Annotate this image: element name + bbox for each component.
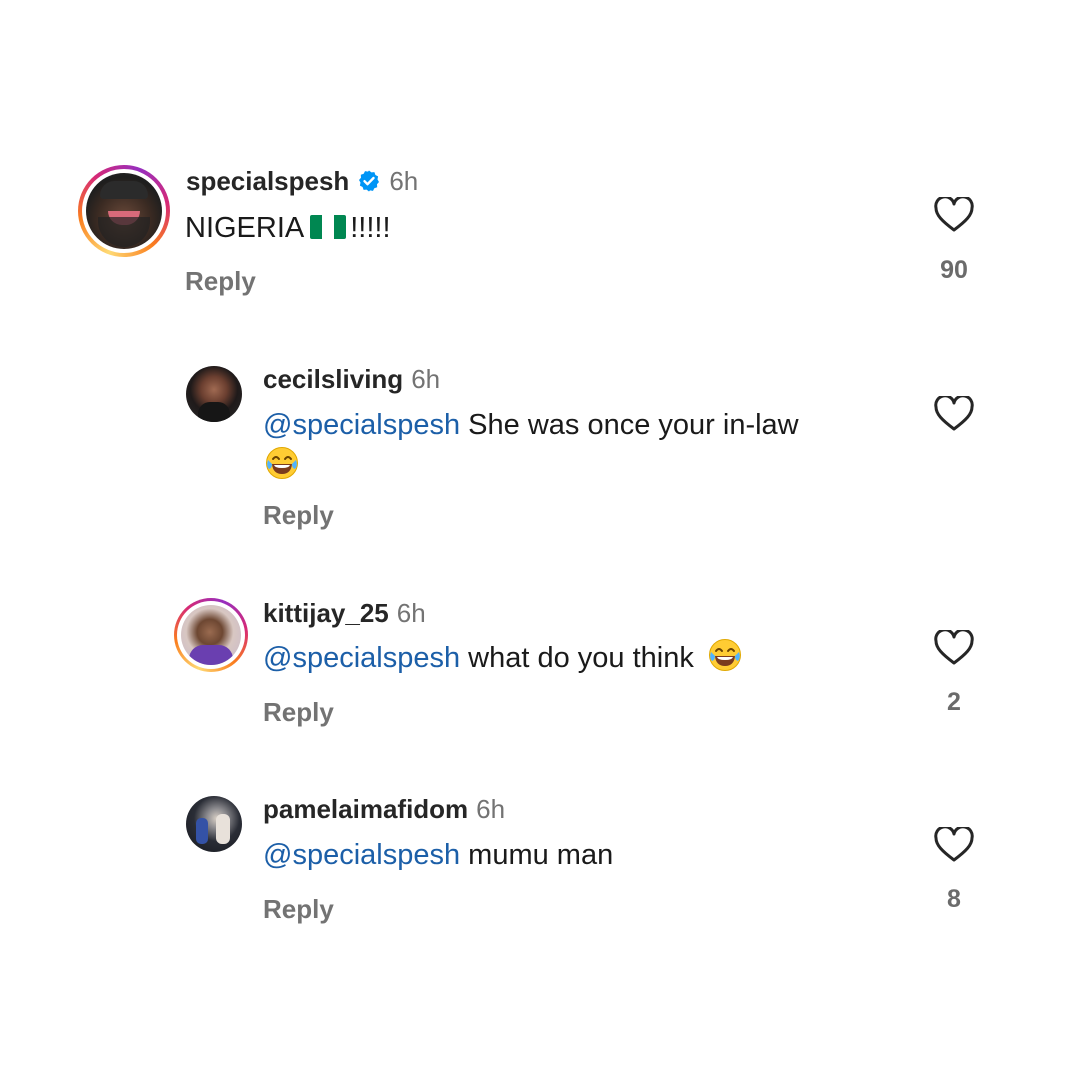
mention-link[interactable]: @specialspesh [263,839,460,871]
comment-time: 6h [476,794,506,824]
avatar[interactable] [186,796,242,852]
comment-text: @specialspesh mumu man [263,839,614,871]
comment-pamelaimafidom: pamelaimafidom 6h @specialspesh mumu man … [0,0,1080,940]
reply-button[interactable]: Reply [263,894,334,925]
comment-username[interactable]: pamelaimafidom 6h [263,794,505,825]
like-count[interactable]: 8 [924,885,984,914]
heart-icon[interactable] [934,827,974,863]
